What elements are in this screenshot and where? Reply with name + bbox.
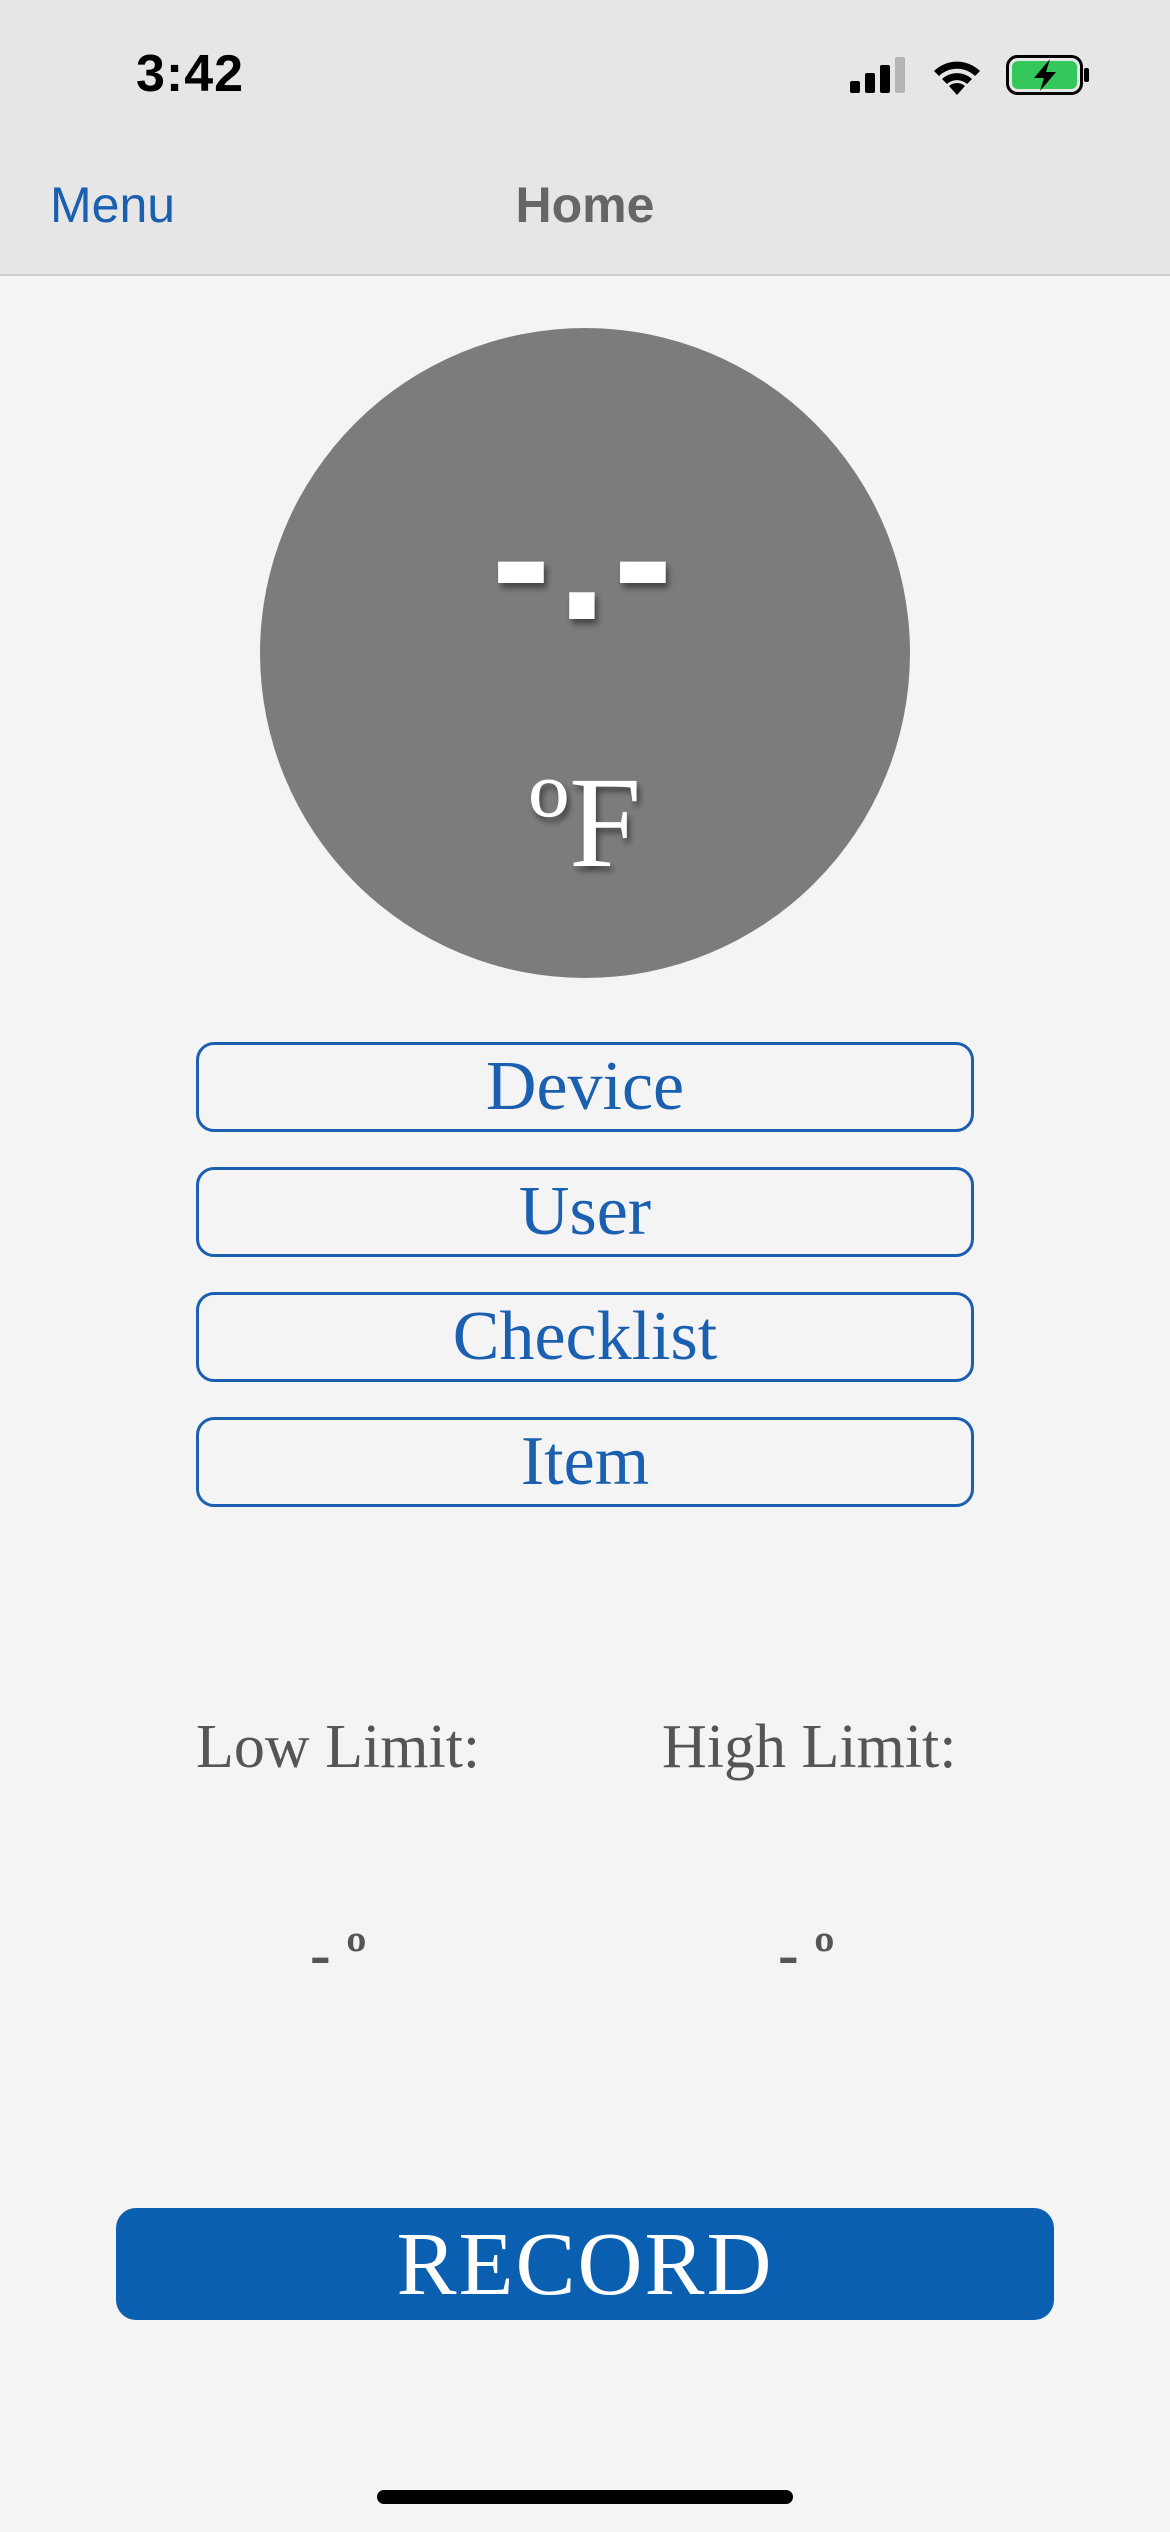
wifi-icon (934, 61, 980, 95)
navigation-bar: Menu Home (0, 150, 1170, 276)
signal-icon (850, 57, 905, 93)
checklist-button[interactable]: Checklist (196, 1292, 974, 1382)
high-limit-label: High Limit: (662, 1713, 957, 1781)
low-limit-value: - º (310, 1921, 367, 1989)
item-button[interactable]: Item (196, 1417, 974, 1507)
low-limit-label: Low Limit: (196, 1713, 481, 1781)
page-title: Home (515, 177, 655, 233)
status-time: 3:42 (136, 45, 245, 103)
user-button[interactable]: User (196, 1167, 974, 1257)
record-button[interactable]: RECORD (116, 2208, 1054, 2320)
high-limit-value: - º (778, 1921, 835, 1989)
temperature-display: -.- ºF (260, 328, 910, 978)
home-indicator[interactable] (377, 2490, 793, 2504)
device-button[interactable]: Device (196, 1042, 974, 1132)
status-icons (850, 50, 1090, 100)
menu-button[interactable]: Menu (50, 176, 175, 234)
battery-charging-icon (1006, 55, 1089, 95)
temperature-value: -.- (491, 457, 679, 658)
status-bar: 3:42 (0, 0, 1170, 150)
temperature-unit: ºF (528, 751, 642, 895)
